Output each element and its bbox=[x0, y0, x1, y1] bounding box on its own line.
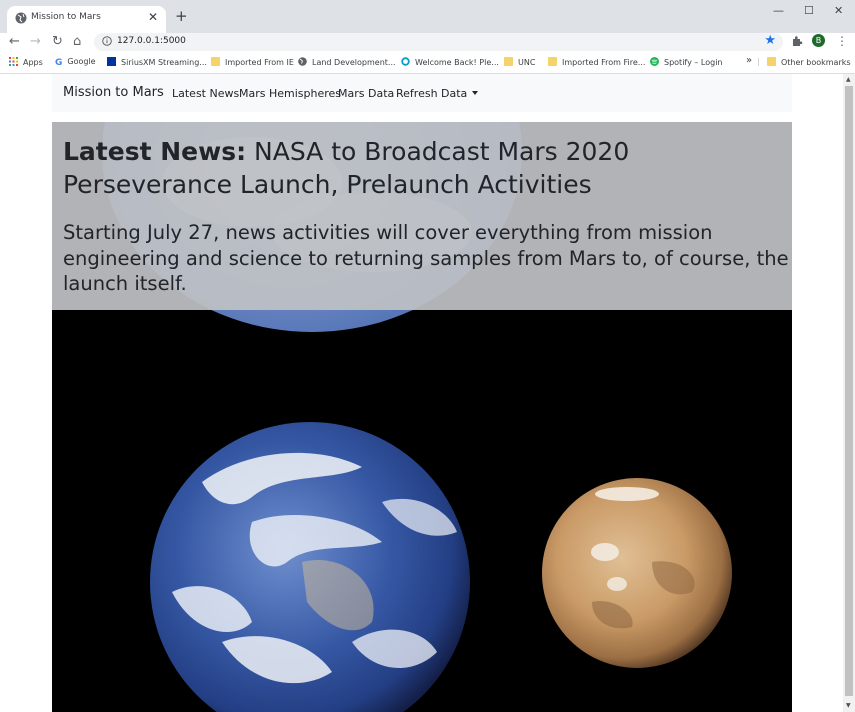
bookmark-label: Apps bbox=[23, 58, 43, 67]
bookmarks-bar: Apps G Google SiriusXM Streaming... Impor… bbox=[0, 53, 855, 74]
news-headline: Latest News: NASA to Broadcast Mars 2020… bbox=[63, 135, 783, 201]
bookmark-label: Land Development... bbox=[312, 58, 396, 67]
bookmark-label: SiriusXM Streaming... bbox=[121, 58, 207, 67]
navbar-brand[interactable]: Mission to Mars bbox=[63, 85, 164, 100]
bookmark-label: Imported From IE bbox=[225, 58, 294, 67]
folder-icon bbox=[504, 57, 513, 66]
folder-icon bbox=[767, 57, 776, 66]
scroll-down-arrow-icon[interactable]: ▼ bbox=[846, 702, 851, 709]
bookmark-label: Google bbox=[67, 57, 96, 66]
bookmark-google[interactable]: G Google bbox=[55, 57, 96, 69]
browser-menu-icon[interactable]: ⋮ bbox=[836, 34, 848, 48]
apps-grid-icon bbox=[9, 57, 18, 66]
scroll-up-arrow-icon[interactable]: ▲ bbox=[846, 76, 851, 83]
google-icon: G bbox=[55, 58, 63, 68]
bookmark-star-icon[interactable]: ★ bbox=[764, 33, 776, 48]
info-icon[interactable] bbox=[102, 36, 112, 46]
bookmark-siriusxm[interactable]: SiriusXM Streaming... bbox=[107, 57, 207, 69]
bookmark-imported-firefox[interactable]: Imported From Fire... bbox=[548, 57, 645, 69]
caret-down-icon bbox=[472, 91, 479, 95]
news-jumbotron: Latest News: NASA to Broadcast Mars 2020… bbox=[52, 122, 792, 310]
folder-icon bbox=[548, 57, 557, 66]
bookmark-label: Welcome Back! Ple... bbox=[415, 58, 499, 67]
globe-icon bbox=[15, 12, 27, 24]
minimize-icon[interactable]: — bbox=[773, 4, 784, 17]
maximize-icon[interactable]: ☐ bbox=[804, 4, 814, 17]
nav-link-mars-data[interactable]: Mars Data bbox=[338, 87, 394, 100]
home-icon[interactable]: ⌂ bbox=[73, 35, 81, 49]
nav-link-latest-news[interactable]: Latest News bbox=[172, 87, 239, 100]
forward-arrow-icon[interactable]: → bbox=[30, 35, 41, 49]
circle-logo-icon bbox=[401, 57, 410, 66]
mars-shape bbox=[542, 478, 732, 668]
news-label: Latest News: bbox=[63, 137, 247, 166]
nav-link-mars-hemispheres[interactable]: Mars Hemispheres bbox=[239, 87, 341, 100]
bookmark-land-development[interactable]: Land Development... bbox=[298, 57, 396, 69]
bookmarks-divider: | bbox=[757, 57, 760, 66]
back-arrow-icon[interactable]: ← bbox=[9, 35, 20, 49]
bookmark-unc[interactable]: UNC bbox=[504, 57, 535, 69]
scrollbar-thumb[interactable] bbox=[845, 86, 853, 696]
bookmark-spotify[interactable]: Spotify – Login bbox=[650, 57, 723, 69]
bookmark-welcome-back[interactable]: Welcome Back! Ple... bbox=[401, 57, 499, 69]
bookmark-label: Other bookmarks bbox=[781, 58, 851, 67]
folder-icon bbox=[211, 57, 220, 66]
browser-toolbar: ← → ↻ ⌂ 127.0.0.1:5000 ★ B ⋮ bbox=[0, 33, 855, 53]
site-navbar: Mission to Mars Latest News Mars Hemisph… bbox=[52, 74, 792, 112]
tab-title: Mission to Mars bbox=[31, 12, 101, 22]
spotify-icon bbox=[650, 57, 659, 66]
tab-close-icon[interactable]: ✕ bbox=[148, 10, 158, 24]
globe-icon bbox=[298, 57, 307, 66]
profile-avatar[interactable]: B bbox=[812, 34, 825, 47]
reload-icon[interactable]: ↻ bbox=[52, 35, 63, 49]
bookmark-apps[interactable]: Apps bbox=[9, 57, 43, 69]
hero-section: Latest News: NASA to Broadcast Mars 2020… bbox=[52, 122, 792, 712]
address-bar[interactable]: 127.0.0.1:5000 ★ bbox=[94, 33, 783, 51]
news-teaser: Starting July 27, news activities will c… bbox=[63, 221, 789, 295]
page-viewport: Mission to Mars Latest News Mars Hemisph… bbox=[0, 74, 843, 712]
nav-dropdown-refresh-data[interactable]: Refresh Data bbox=[396, 87, 479, 100]
bookmark-other[interactable]: Other bookmarks bbox=[767, 57, 851, 69]
dropdown-label: Refresh Data bbox=[396, 87, 468, 100]
url-text[interactable]: 127.0.0.1:5000 bbox=[117, 36, 186, 46]
browser-tab[interactable]: Mission to Mars ✕ bbox=[7, 6, 166, 33]
bookmark-imported-ie[interactable]: Imported From IE bbox=[211, 57, 294, 69]
new-tab-icon[interactable]: + bbox=[175, 8, 188, 24]
siriusxm-icon bbox=[107, 57, 116, 66]
bookmark-label: Imported From Fire... bbox=[562, 58, 646, 67]
tab-strip: Mission to Mars ✕ + — ☐ ✕ bbox=[0, 0, 855, 33]
extensions-puzzle-icon[interactable] bbox=[791, 35, 803, 47]
window-close-icon[interactable]: ✕ bbox=[834, 4, 843, 17]
page-scrollbar[interactable]: ▲ ▼ bbox=[843, 74, 855, 712]
bookmarks-overflow-icon[interactable]: » bbox=[746, 55, 752, 67]
bookmark-label: Spotify – Login bbox=[664, 58, 723, 67]
bookmark-label: UNC bbox=[518, 58, 536, 67]
